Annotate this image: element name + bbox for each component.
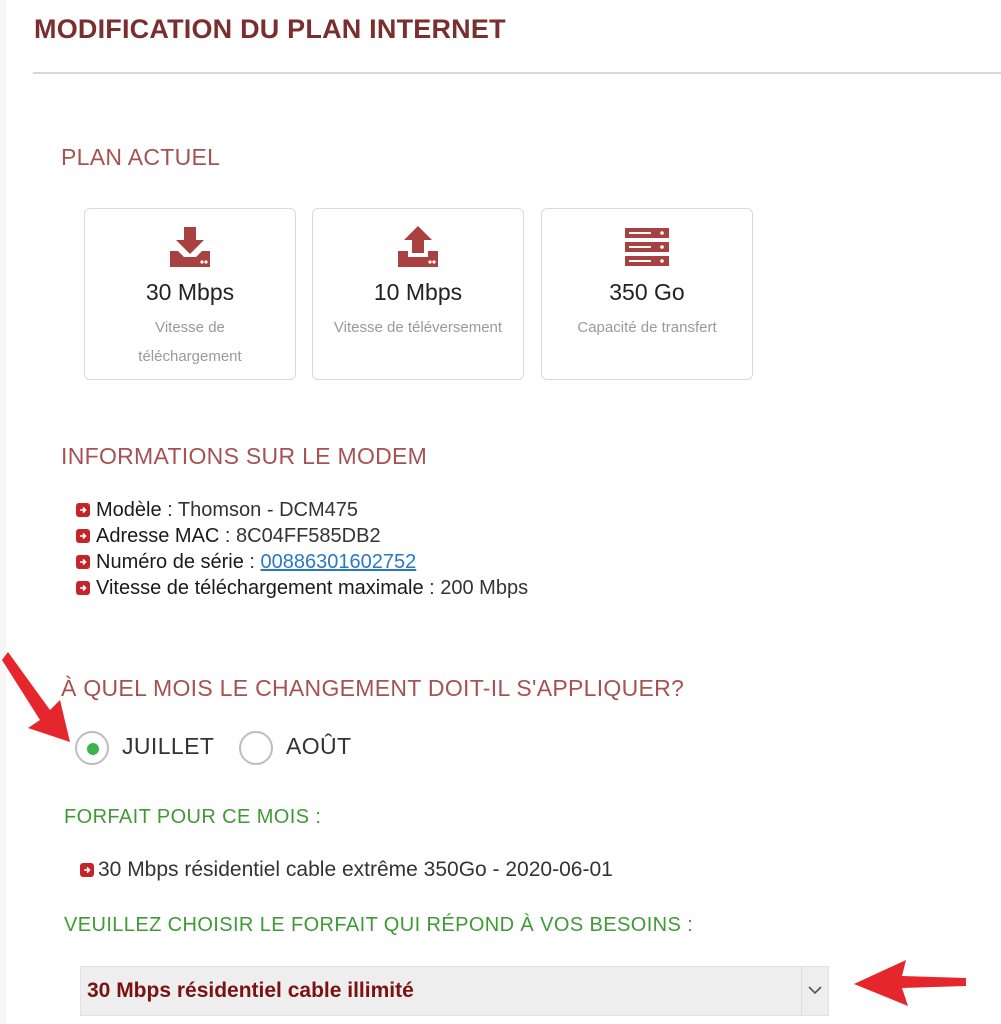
modem-serial-row: Numéro de série : 00886301602752 <box>76 549 416 575</box>
radio-selected-dot <box>87 743 99 755</box>
page-title: MODIFICATION DU PLAN INTERNET <box>34 14 506 44</box>
radio-label-aout[interactable]: AOÛT <box>286 733 352 760</box>
download-speed-label: Vitesse de téléchargement <box>138 319 242 365</box>
plan-this-month-value: 30 Mbps résidentiel cable extrême 350Go … <box>98 858 613 881</box>
separator: : <box>243 551 261 573</box>
server-storage-icon <box>625 228 669 266</box>
plan-select-value: 30 Mbps résidentiel cable illimité <box>87 979 414 1002</box>
modem-info-heading: INFORMATIONS SUR LE MODEM <box>61 443 428 469</box>
modem-serial-link[interactable]: 00886301602752 <box>261 551 417 573</box>
modem-mac-key: Adresse MAC <box>96 525 220 547</box>
bullet-arrow-icon <box>80 863 94 877</box>
plan-select[interactable]: 30 Mbps résidentiel cable illimité <box>80 966 829 1016</box>
month-question-heading: À QUEL MOIS LE CHANGEMENT DOIT-IL S'APPL… <box>61 675 685 701</box>
separator: : <box>423 577 441 599</box>
modem-model-row: Modèle : Thomson - DCM475 <box>76 497 358 523</box>
chevron-down-icon[interactable] <box>801 967 828 1015</box>
transfer-capacity-card: 350 Go Capacité de transfert <box>541 208 753 380</box>
radio-button-aout[interactable] <box>239 731 273 765</box>
upload-speed-card: 10 Mbps Vitesse de téléversement <box>312 208 524 380</box>
modem-mac-row: Adresse MAC : 8C04FF585DB2 <box>76 523 381 549</box>
transfer-capacity-value: 350 Go <box>609 279 685 305</box>
plan-this-month-heading: FORFAIT POUR CE MOIS : <box>64 806 322 828</box>
upload-speed-value: 10 Mbps <box>373 279 463 305</box>
modem-max-speed-key: Vitesse de téléchargement maximale <box>96 577 424 599</box>
modem-max-speed-value: 200 Mbps <box>440 577 529 599</box>
radio-option-juillet[interactable]: JUILLET <box>75 728 215 770</box>
separator: : <box>161 499 178 521</box>
title-divider <box>33 72 1001 74</box>
choose-plan-heading: VEUILLEZ CHOISIR LE FORFAIT QUI RÉPOND À… <box>64 914 694 936</box>
radio-label-juillet[interactable]: JUILLET <box>122 733 214 760</box>
bullet-arrow-icon <box>76 555 90 569</box>
modem-serial-key: Numéro de série <box>96 551 244 573</box>
separator: : <box>219 525 237 547</box>
annotation-arrow-icon <box>2 652 70 742</box>
download-icon <box>170 227 210 267</box>
radio-option-aout[interactable]: AOÛT <box>239 728 369 770</box>
annotation-arrow-icon <box>854 960 966 1006</box>
transfer-capacity-label: Capacité de transfert <box>577 319 717 336</box>
download-speed-card: 30 Mbps Vitesse de téléchargement <box>84 208 296 380</box>
modem-mac-value: 8C04FF585DB2 <box>236 525 381 547</box>
modem-model-value: Thomson - DCM475 <box>177 499 358 521</box>
bullet-arrow-icon <box>76 529 90 543</box>
modem-model-key: Modèle <box>96 499 162 521</box>
modem-max-speed-row: Vitesse de téléchargement maximale : 200… <box>76 575 528 601</box>
bullet-arrow-icon <box>76 581 90 595</box>
current-plan-heading: PLAN ACTUEL <box>61 144 221 170</box>
download-speed-value: 30 Mbps <box>145 279 235 305</box>
bullet-arrow-icon <box>76 503 90 517</box>
plan-this-month-row: 30 Mbps résidentiel cable extrême 350Go … <box>80 856 613 884</box>
upload-icon <box>398 226 438 267</box>
upload-speed-label: Vitesse de téléversement <box>333 319 503 336</box>
